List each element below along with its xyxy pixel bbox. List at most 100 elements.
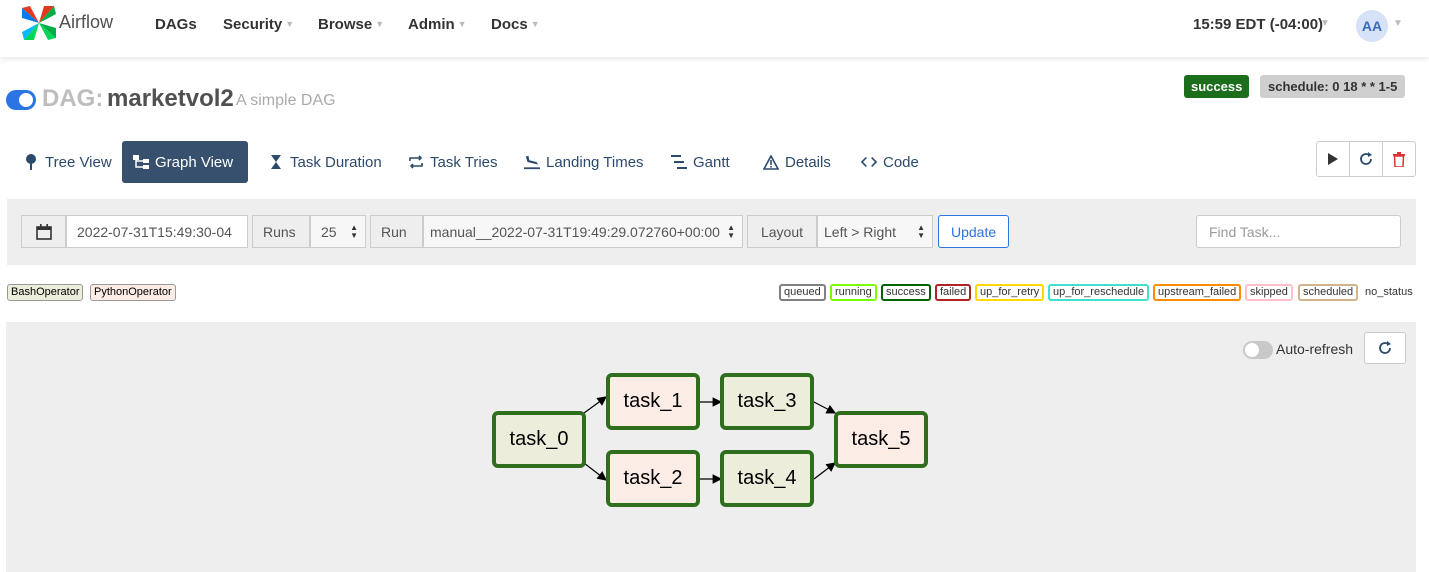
tab-label: Tree View [45,153,112,171]
caret-down-icon: ▼ [375,19,385,29]
warning-triangle-icon [763,154,779,170]
trigger-dag-button[interactable] [1317,142,1350,176]
select-arrows-icon: ▲ ▼ [727,223,735,240]
dag-id: marketvol2 [107,85,234,112]
tab-tree-view[interactable]: Tree View [12,141,123,183]
nav-dags[interactable]: DAGs [155,16,197,33]
nav-dags-label: DAGs [155,16,197,33]
refresh-icon [1360,152,1372,165]
dag-pause-toggle[interactable] [6,90,36,110]
nav-admin[interactable]: Admin ▼ [408,16,467,33]
graph-icon [133,154,149,170]
timezone-clock[interactable]: 15:59 EDT (-04:00) [1193,16,1323,33]
tab-landing-times[interactable]: Landing Times [513,141,655,183]
dag-description: A simple DAG [236,92,336,109]
nav-docs-label: Docs [491,16,528,33]
nav-security-label: Security [223,16,283,33]
task-node-task_4[interactable]: task_4 [720,450,814,507]
legend-python-operator: PythonOperator [90,284,176,301]
run-value: manual__2022-07-31T19:49:29.072760+00:00 [430,223,720,240]
legend-failed[interactable]: failed [935,284,972,301]
dag-action-group [1316,141,1416,177]
navbar: Airflow DAGs Security ▼ Browse ▼ Admin ▼ Do… [0,0,1429,57]
tab-task-tries[interactable]: Task Tries [397,141,509,183]
nav-docs[interactable]: Docs ▼ [491,16,540,33]
tab-label: Details [785,153,831,171]
retry-icon [408,154,424,170]
nav-browse[interactable]: Browse ▼ [318,16,384,33]
play-icon [1328,153,1338,165]
layout-label: Layout [747,215,817,248]
caret-down-icon: ▼ [457,19,467,29]
graph-controls-bar: 2022-07-31T15:49:30-04 Runs 25 ▲ ▼ Run ma… [7,199,1416,265]
select-arrows-icon: ▲ ▼ [917,223,925,240]
tab-label: Graph View [155,153,234,171]
schedule-badge: schedule: 0 18 * * 1-5 [1260,75,1406,98]
runs-select[interactable]: 25 ▲ ▼ [310,215,366,248]
calendar-icon [35,223,52,240]
layout-value: Left > Right [824,223,896,240]
caret-down-icon[interactable]: ▼ [1320,18,1330,29]
legend-running[interactable]: running [830,284,877,301]
legend-success[interactable]: success [881,284,931,301]
task-node-task_0[interactable]: task_0 [492,411,586,468]
edge-task4-task5 [813,462,836,480]
tab-gantt[interactable]: Gantt [660,141,741,183]
code-icon [861,154,877,170]
select-arrows-icon: ▲ ▼ [350,223,358,240]
graph-edges [583,396,837,484]
trash-icon [1393,151,1405,167]
dag-label: DAG: [42,85,104,112]
plane-landing-icon [524,154,540,170]
nav-browse-label: Browse [318,16,373,33]
tab-label: Code [883,153,919,171]
legend-up-for-retry[interactable]: up_for_retry [975,284,1045,301]
tab-label: Gantt [693,153,730,171]
caret-down-icon: ▼ [285,19,295,29]
tab-label: Task Tries [430,153,498,171]
run-label: Run [370,215,423,248]
caret-down-icon[interactable]: ▼ [1393,18,1403,29]
task-node-task_2[interactable]: task_2 [606,450,700,507]
run-select[interactable]: manual__2022-07-31T19:49:29.072760+00:00… [423,215,743,248]
legend-up-for-reschedule[interactable]: up_for_reschedule [1048,284,1150,301]
layout-select[interactable]: Left > Right ▲ ▼ [817,215,933,248]
calendar-button[interactable] [21,215,66,248]
base-date-input[interactable]: 2022-07-31T15:49:30-04 [66,215,248,248]
task-node-task_5[interactable]: task_5 [834,411,928,468]
tab-graph-view[interactable]: Graph View [122,141,248,183]
airflow-logo-icon[interactable] [20,4,58,42]
user-avatar[interactable]: AA [1356,10,1388,42]
caret-down-icon: ▼ [530,19,540,29]
runs-label: Runs [252,215,310,248]
legend-queued[interactable]: queued [779,284,826,301]
legend-bash-operator: BashOperator [7,284,84,301]
task-node-task_1[interactable]: task_1 [606,373,700,430]
dag-graph-canvas[interactable]: Auto-refresh task_0 task_1 task_2 task_3… [6,322,1416,572]
update-button[interactable]: Update [938,215,1010,248]
nav-security[interactable]: Security ▼ [223,16,294,33]
edge-task0-task2 [583,462,607,481]
edge-task3-task5 [813,401,837,414]
task-node-task_3[interactable]: task_3 [720,373,814,430]
hourglass-icon [268,154,284,170]
dag-status-badge: success [1184,75,1250,98]
delete-dag-button[interactable] [1383,142,1415,176]
edge-task0-task1 [583,396,607,414]
pin-icon [23,154,39,170]
legend-no-status[interactable]: no_status [1365,286,1413,298]
gantt-icon [671,154,687,170]
tab-code[interactable]: Code [850,141,930,183]
refresh-dag-button[interactable] [1350,142,1383,176]
legend-scheduled[interactable]: scheduled [1298,284,1359,301]
tab-task-duration[interactable]: Task Duration [257,141,393,183]
runs-value: 25 [321,223,337,240]
tab-label: Task Duration [290,153,382,171]
legend-upstream-failed[interactable]: upstream_failed [1153,284,1242,301]
find-task-input[interactable]: Find Task... [1196,215,1401,248]
tab-details[interactable]: Details [752,141,842,183]
tab-label: Landing Times [546,153,644,171]
legend-skipped[interactable]: skipped [1245,284,1293,301]
brand-name[interactable]: Airflow [59,12,113,33]
nav-admin-label: Admin [408,16,455,33]
